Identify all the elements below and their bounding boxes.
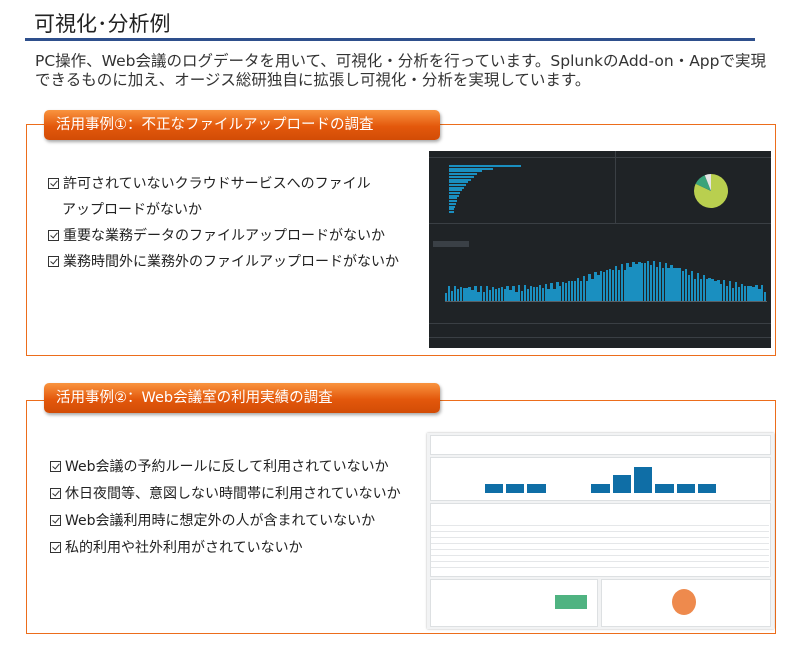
page-title: 可視化･分析例 bbox=[34, 12, 171, 36]
check-item: Web会議利用時に想定外の人が含まれていないか bbox=[50, 508, 401, 535]
check-item: 許可されていないクラウドサービスへのファイル bbox=[48, 171, 399, 197]
table-row bbox=[431, 531, 769, 532]
hbar bbox=[449, 210, 454, 213]
dashboard-screenshot-dark bbox=[429, 151, 771, 348]
hbar bbox=[449, 197, 458, 200]
histogram-axis bbox=[445, 301, 767, 302]
hbar bbox=[449, 205, 456, 208]
table-row bbox=[431, 549, 769, 550]
hbar bbox=[449, 192, 461, 194]
column-bar bbox=[698, 483, 717, 493]
column-bar bbox=[591, 483, 610, 493]
histogram-bar bbox=[764, 291, 767, 301]
hbar bbox=[449, 186, 465, 189]
data-table-panel bbox=[430, 503, 771, 577]
table-row bbox=[431, 567, 769, 568]
table-row bbox=[431, 537, 769, 538]
dashboard-screenshot-light bbox=[427, 433, 774, 629]
hbar bbox=[449, 183, 466, 186]
pie-chart bbox=[694, 174, 728, 208]
hbar bbox=[449, 165, 522, 167]
hbar bbox=[449, 208, 455, 211]
bar-chart bbox=[441, 465, 761, 493]
case1-checklist: 許可されていないクラウドサービスへのファイル アップロードがないか 重要な業務デ… bbox=[48, 171, 399, 275]
check-item: Web会議の予約ルールに反して利用されていないか bbox=[50, 454, 401, 481]
hbar bbox=[449, 170, 483, 173]
intro-text: PC操作、Web会議のログデータを用いて、可視化・分析を行っています。Splun… bbox=[35, 52, 766, 89]
checkbox-icon bbox=[50, 542, 61, 553]
checkbox-icon bbox=[50, 515, 61, 526]
checkbox-icon bbox=[48, 230, 59, 241]
check-item: 私的利用や社外利用がされていないか bbox=[50, 535, 401, 562]
dashboard-divider bbox=[615, 151, 616, 223]
column-bar bbox=[506, 483, 525, 493]
column-bar bbox=[655, 483, 674, 493]
column-bar bbox=[612, 474, 631, 493]
checkbox-icon bbox=[50, 488, 61, 499]
column-bar bbox=[676, 483, 695, 493]
hbar bbox=[449, 173, 478, 176]
check-item: 業務時間外に業務外のファイルアップロードがないか bbox=[48, 249, 399, 275]
hbar bbox=[449, 202, 456, 205]
dashboard-header-rule bbox=[429, 157, 771, 158]
check-item: 重要な業務データのファイルアップロードがないか bbox=[48, 223, 399, 249]
check-item: 休日夜間等、意図しない時間帯に利用されていないか bbox=[50, 481, 401, 508]
histogram-chart bbox=[445, 251, 767, 301]
title-rule bbox=[25, 38, 755, 41]
hbar bbox=[449, 181, 468, 184]
table-row bbox=[431, 555, 769, 556]
checkbox-icon bbox=[50, 461, 61, 472]
table-row bbox=[431, 525, 769, 526]
filter-dropdown bbox=[433, 241, 469, 247]
case2-checklist: Web会議の予約ルールに反して利用されていないか 休日夜間等、意図しない時間帯に… bbox=[50, 454, 401, 562]
check-item-continuation: アップロードがないか bbox=[62, 202, 202, 218]
hbar bbox=[449, 178, 472, 181]
hbar bbox=[449, 194, 459, 197]
column-bar bbox=[634, 467, 653, 493]
dashboard-filter-bar bbox=[430, 435, 771, 455]
column-bar bbox=[527, 483, 546, 493]
dashboard-divider bbox=[429, 337, 771, 338]
case2-tab: 活用事例②：Web会議室の利用実績の調査 bbox=[44, 383, 440, 413]
table-row bbox=[431, 543, 769, 544]
column-bar bbox=[484, 483, 503, 493]
green-bar bbox=[555, 595, 587, 609]
hbar bbox=[449, 167, 494, 170]
dashboard-divider bbox=[429, 223, 771, 224]
hbar bbox=[449, 189, 462, 192]
table-row bbox=[431, 561, 769, 562]
orange-pie bbox=[672, 589, 696, 615]
dashboard-divider bbox=[429, 323, 771, 324]
case1-tab: 活用事例①：不正なファイルアップロードの調査 bbox=[44, 110, 440, 140]
hbar bbox=[449, 175, 475, 178]
checkbox-icon bbox=[48, 256, 59, 267]
hbar bbox=[449, 200, 457, 203]
checkbox-icon bbox=[48, 178, 59, 189]
